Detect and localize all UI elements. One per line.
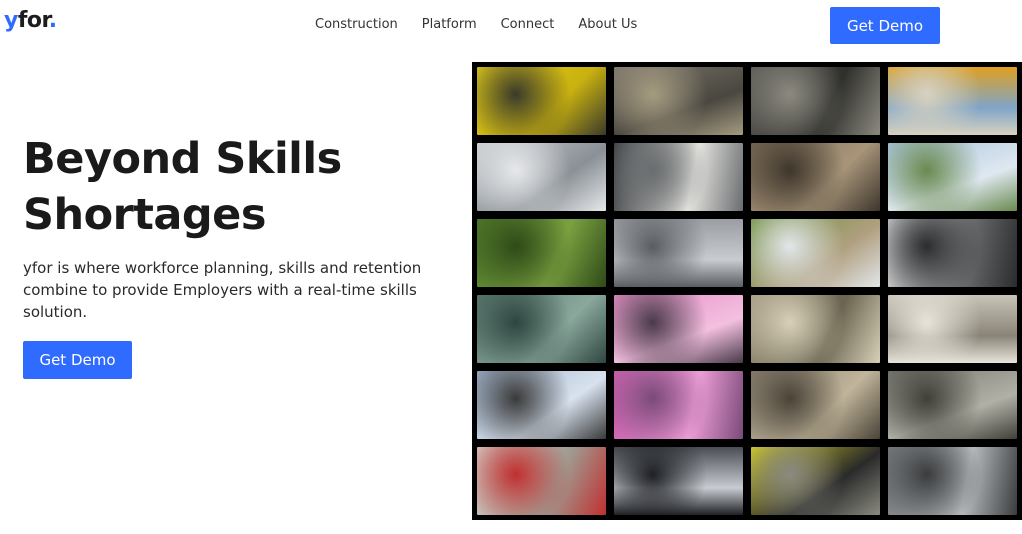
tile-pump-jack <box>477 371 606 439</box>
tile-glass-sphere <box>477 295 606 363</box>
tile-forest-trees <box>477 219 606 287</box>
nav-about-us[interactable]: About Us <box>578 17 637 32</box>
tile-factory-machine <box>477 143 606 211</box>
tile-vest-worker <box>751 447 880 515</box>
nav-platform[interactable]: Platform <box>422 17 477 32</box>
nav-connect[interactable]: Connect <box>501 17 555 32</box>
site-header: yfor. Construction Platform Connect Abou… <box>0 0 1022 50</box>
tile-pink-bottles <box>614 295 743 363</box>
hero-title-line-2: Shortages <box>23 190 266 240</box>
nav-construction[interactable]: Construction <box>315 17 398 32</box>
tile-worker-boots <box>751 67 880 135</box>
tile-pink-trays <box>614 371 743 439</box>
tile-valve-machine <box>888 371 1017 439</box>
tile-textile-spools <box>614 143 743 211</box>
hero-title: Beyond Skills Shortages <box>23 131 463 243</box>
hero-get-demo-button[interactable]: Get Demo <box>23 341 132 379</box>
tile-car-part <box>614 447 743 515</box>
tile-welding-hands <box>751 371 880 439</box>
tile-water-splash <box>888 447 1017 515</box>
tile-yellow-bottles <box>477 67 606 135</box>
tile-wind-turbine <box>888 143 1017 211</box>
hero-title-line-1: Beyond Skills <box>23 134 342 184</box>
header-get-demo-button[interactable]: Get Demo <box>830 7 940 44</box>
tile-wall-worker <box>888 295 1017 363</box>
logo-dot: . <box>48 8 57 33</box>
hero-subtitle: yfor is where workforce planning, skills… <box>23 259 422 321</box>
tile-assembly-gears <box>751 295 880 363</box>
tile-road-workers <box>614 67 743 135</box>
main-nav: Construction Platform Connect About Us <box>315 17 637 32</box>
industry-video-mosaic <box>472 62 1022 520</box>
logo-y: y <box>4 8 18 33</box>
logo[interactable]: yfor. <box>4 8 57 33</box>
tile-cement-bags <box>477 447 606 515</box>
tile-pipeline-field <box>751 219 880 287</box>
logo-text: for <box>17 8 49 33</box>
tile-robot-arm <box>888 219 1017 287</box>
tile-hardhat-team <box>888 67 1017 135</box>
tile-industrial-pipe <box>751 143 880 211</box>
tile-metal-press <box>614 219 743 287</box>
